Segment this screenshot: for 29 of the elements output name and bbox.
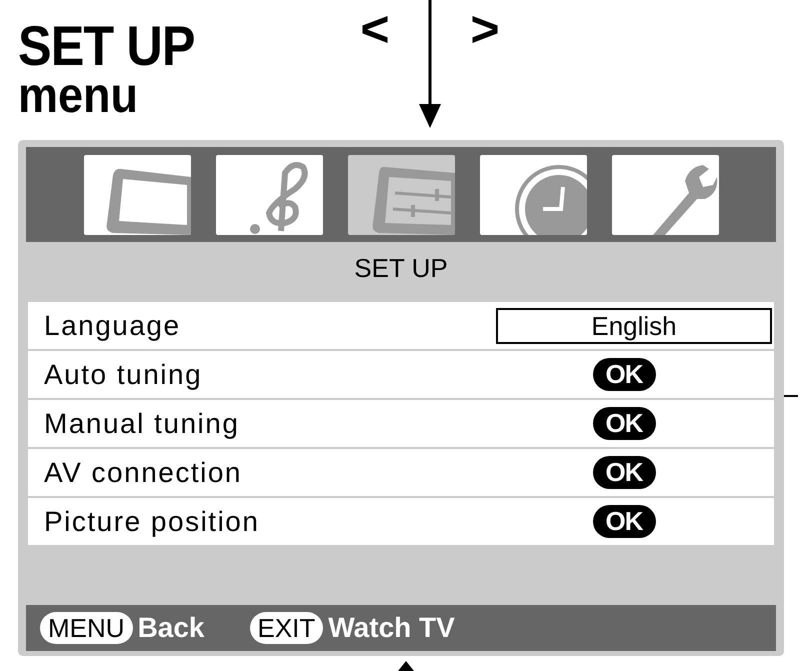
menu-row[interactable]: Language English bbox=[28, 302, 774, 349]
row-label: Auto tuning bbox=[44, 358, 204, 390]
left-nav-symbol: < bbox=[359, 4, 391, 54]
tick-mark bbox=[784, 394, 798, 398]
key-action: Back bbox=[138, 612, 204, 644]
music-tab[interactable] bbox=[216, 154, 322, 234]
setup-tab[interactable] bbox=[348, 154, 454, 234]
menu-row[interactable]: Auto tuning OK bbox=[28, 351, 774, 398]
menu-row[interactable]: AV connection OK bbox=[28, 449, 774, 496]
ok-button[interactable]: OK bbox=[592, 407, 656, 440]
ok-button[interactable]: OK bbox=[592, 358, 656, 391]
value-field[interactable]: English bbox=[496, 308, 772, 344]
menu-row[interactable]: Picture position OK bbox=[28, 498, 774, 545]
clock-tab[interactable] bbox=[480, 154, 586, 234]
row-label: Manual tuning bbox=[44, 408, 240, 440]
right-nav-symbol: > bbox=[469, 4, 501, 54]
menu-title: SET UP bbox=[353, 252, 449, 285]
up-arrow-icon bbox=[398, 661, 414, 671]
ok-button[interactable]: OK bbox=[592, 456, 656, 489]
ok-button[interactable]: OK bbox=[592, 505, 656, 538]
row-label: AV connection bbox=[44, 456, 243, 488]
menu-row[interactable]: Manual tuning OK bbox=[28, 400, 774, 447]
tv-tab[interactable] bbox=[84, 154, 190, 234]
remote-key: MENU bbox=[40, 612, 133, 644]
row-label: Language bbox=[44, 310, 182, 342]
wrench-tab[interactable] bbox=[612, 154, 718, 234]
remote-key: EXIT bbox=[250, 612, 324, 644]
row-label: Picture position bbox=[44, 506, 260, 538]
key-action: Watch TV bbox=[328, 612, 455, 644]
